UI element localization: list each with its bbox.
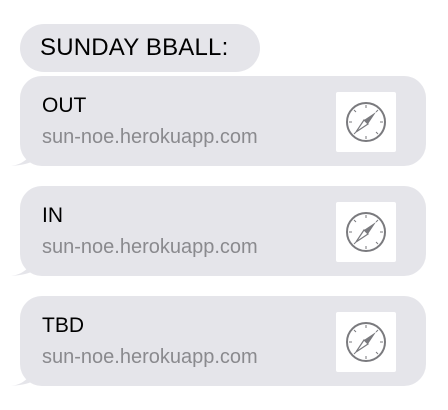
- compass-icon: [346, 102, 386, 142]
- message-text: SUNDAY BBALL:: [40, 34, 229, 61]
- safari-thumbnail: [336, 92, 396, 152]
- bubble-tail: [11, 256, 35, 276]
- link-preview-bubble-out[interactable]: OUT sun-noe.herokuapp.com: [11, 76, 426, 166]
- compass-icon: [346, 322, 386, 362]
- safari-thumbnail: [336, 202, 396, 262]
- link-url: sun-noe.herokuapp.com: [42, 346, 258, 368]
- link-title: IN: [42, 204, 63, 227]
- safari-thumbnail: [336, 312, 396, 372]
- message-bubble-header: SUNDAY BBALL:: [20, 24, 260, 72]
- bubble-tail: [11, 146, 35, 166]
- link-preview-bubble-tbd[interactable]: TBD sun-noe.herokuapp.com: [11, 296, 426, 386]
- link-url: sun-noe.herokuapp.com: [42, 236, 258, 258]
- compass-icon: [346, 212, 386, 252]
- link-title: OUT: [42, 94, 87, 117]
- link-preview-bubble-in[interactable]: IN sun-noe.herokuapp.com: [11, 186, 426, 276]
- link-title: TBD: [42, 314, 84, 337]
- link-url: sun-noe.herokuapp.com: [42, 126, 258, 148]
- bubble-tail: [11, 366, 35, 386]
